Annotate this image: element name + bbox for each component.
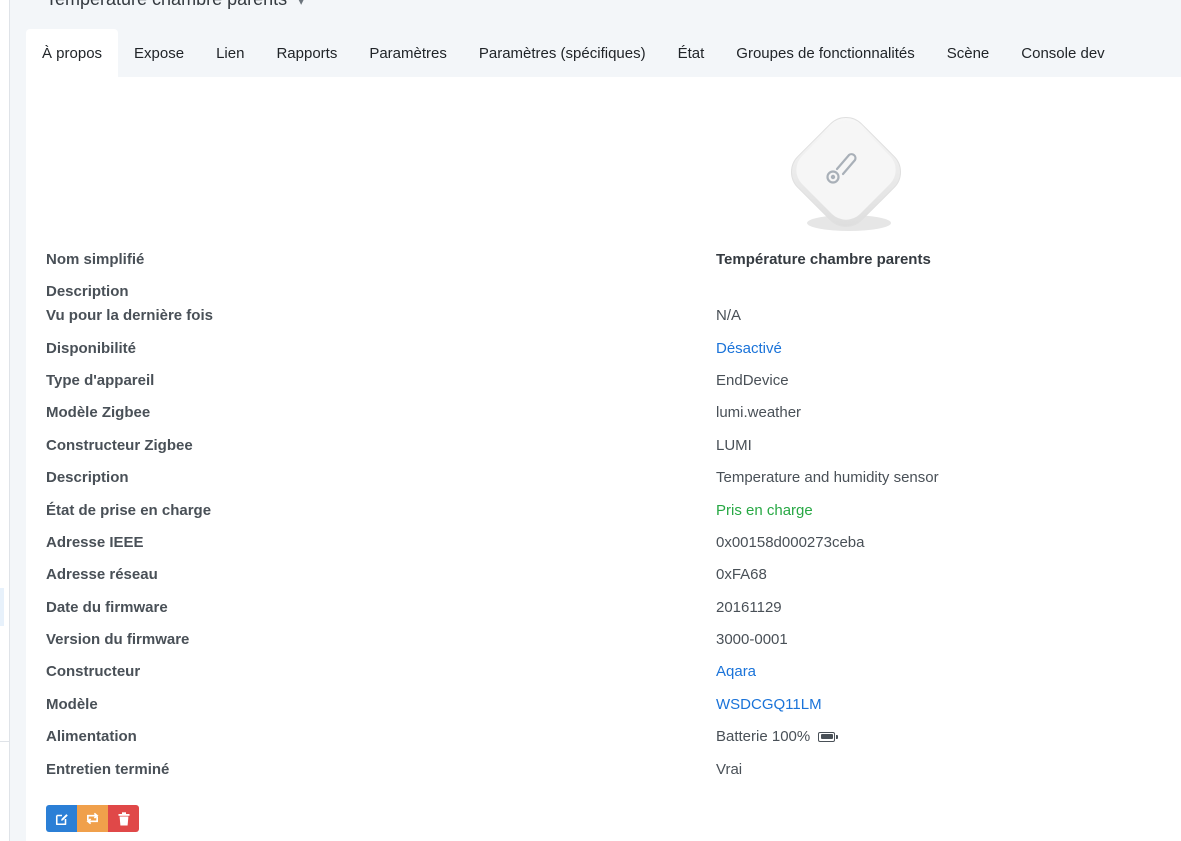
row-adresse-ieee: Adresse IEEE 0x00158d000273ceba [46, 534, 1176, 558]
network-address-value: 0xFA68 [716, 566, 767, 583]
field-label: Version du firmware [46, 631, 190, 648]
row-nom-simplifie: Nom simplifié Température chambre parent… [46, 251, 1176, 275]
row-alimentation: Alimentation Batterie 100% [46, 728, 1176, 752]
firmware-date-value: 20161129 [716, 599, 782, 616]
sidebar-active-marker [0, 588, 4, 626]
tab-console-dev[interactable]: Console dev [1005, 29, 1120, 77]
manufacturer-link[interactable]: Aqara [716, 663, 756, 680]
row-adresse-reseau: Adresse réseau 0xFA68 [46, 566, 1176, 590]
friendly-name-value: Température chambre parents [716, 251, 931, 268]
row-constructeur: Constructeur Aqara [46, 663, 1176, 687]
sidebar-divider [0, 741, 10, 742]
tab-label: Scène [946, 44, 990, 62]
row-date-firmware: Date du firmware 20161129 [46, 599, 1176, 623]
row-description-modele: Description Temperature and humidity sen… [46, 469, 1176, 493]
support-status-value: Pris en charge [716, 502, 813, 519]
field-label: Disponibilité [46, 340, 136, 357]
field-label: Description [46, 469, 129, 486]
power-source-text: Batterie 100% [716, 728, 811, 745]
rename-device-button[interactable] [46, 805, 77, 832]
field-label: Modèle [46, 696, 98, 713]
interview-completed-value: Vrai [716, 761, 743, 778]
page-title[interactable]: Température chambre parents ▾ [46, 0, 304, 10]
zigbee-model-value: lumi.weather [716, 404, 802, 421]
row-etat-prise-en-charge: État de prise en charge Pris en charge [46, 502, 1176, 526]
tab-label: Paramètres [369, 44, 447, 62]
tab-label: Expose [134, 44, 185, 62]
row-description: Description [46, 283, 1176, 307]
swap-icon [86, 812, 99, 825]
availability-link[interactable]: Désactivé [716, 340, 782, 357]
power-source-value: Batterie 100% [716, 728, 839, 745]
tab-lien[interactable]: Lien [200, 29, 260, 77]
field-label: Nom simplifié [46, 251, 145, 268]
tab-etat[interactable]: État [662, 29, 721, 77]
tab-label: État [677, 44, 705, 62]
row-entretien-termine: Entretien terminé Vrai [46, 761, 1176, 785]
row-type-appareil: Type d'appareil EndDevice [46, 372, 1176, 396]
reconfigure-device-button[interactable] [77, 805, 108, 832]
tab-scene[interactable]: Scène [931, 29, 1006, 77]
field-label: Description [46, 283, 129, 300]
field-label: Entretien terminé [46, 761, 170, 778]
tab-a-propos[interactable]: À propos [26, 29, 119, 77]
field-label: Date du firmware [46, 599, 168, 616]
last-seen-value: N/A [716, 307, 742, 324]
row-constructeur-zigbee: Constructeur Zigbee LUMI [46, 437, 1176, 461]
thermometer-sensor-icon [790, 116, 902, 231]
row-modele: Modèle WSDCGQ11LM [46, 696, 1176, 720]
device-actions [46, 805, 139, 832]
field-label: Type d'appareil [46, 372, 155, 389]
field-label: État de prise en charge [46, 502, 212, 519]
ieee-address-value: 0x00158d000273ceba [716, 534, 865, 551]
tab-label: Rapports [276, 44, 338, 62]
model-link[interactable]: WSDCGQ11LM [716, 696, 822, 713]
tab-groupes-fonctionnalites[interactable]: Groupes de fonctionnalités [720, 29, 930, 77]
tab-label: Console dev [1021, 44, 1105, 62]
row-modele-zigbee: Modèle Zigbee lumi.weather [46, 404, 1176, 428]
tab-label: Groupes de fonctionnalités [736, 44, 915, 62]
field-label: Vu pour la dernière fois [46, 307, 213, 324]
field-label: Modèle Zigbee [46, 404, 151, 421]
tab-label: Paramètres (spécifiques) [478, 44, 646, 62]
tab-parametres-specifiques[interactable]: Paramètres (spécifiques) [463, 29, 662, 77]
battery-full-icon [818, 731, 839, 742]
model-description-value: Temperature and humidity sensor [716, 469, 939, 486]
row-version-firmware: Version du firmware 3000-0001 [46, 631, 1176, 655]
device-tabs: À propos Expose Lien Rapports Paramètres… [26, 29, 1121, 77]
field-label: Adresse IEEE [46, 534, 144, 551]
remove-device-button[interactable] [108, 805, 139, 832]
tab-parametres[interactable]: Paramètres [353, 29, 463, 77]
row-disponibilite: Disponibilité Désactivé [46, 340, 1176, 364]
left-sidebar-edge [0, 0, 10, 841]
tab-label: À propos [42, 44, 103, 62]
row-vu-derniere-fois: Vu pour la dernière fois N/A [46, 307, 1176, 331]
zigbee-manufacturer-value: LUMI [716, 437, 752, 454]
edit-icon [55, 813, 68, 825]
device-info-card: Nom simplifié Température chambre parent… [26, 77, 1181, 841]
field-label: Adresse réseau [46, 566, 158, 583]
device-type-value: EndDevice [716, 372, 789, 389]
field-label: Constructeur [46, 663, 141, 680]
chevron-down-icon: ▾ [298, 0, 305, 8]
tab-rapports[interactable]: Rapports [260, 29, 353, 77]
tab-label: Lien [216, 44, 245, 62]
field-label: Constructeur Zigbee [46, 437, 193, 454]
trash-icon [118, 811, 129, 825]
tab-expose[interactable]: Expose [118, 29, 200, 77]
field-label: Alimentation [46, 728, 137, 745]
firmware-version-value: 3000-0001 [716, 631, 788, 648]
page-title-text: Température chambre parents [46, 0, 287, 9]
